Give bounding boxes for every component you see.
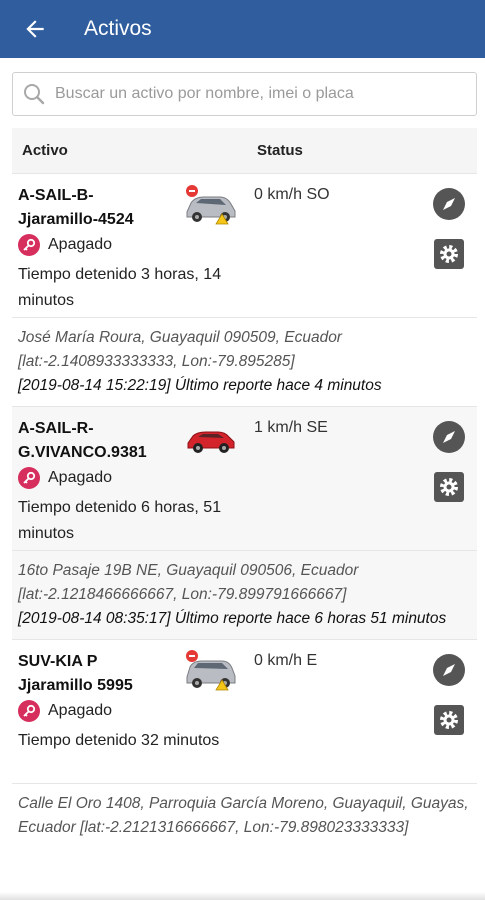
state-label: Apagado [48, 236, 113, 253]
table-header: Activo Status [12, 128, 477, 174]
asset-row[interactable]: A-SAIL-B- Jjaramillo-4524 0 km/h SO Apaga… [12, 174, 477, 318]
settings-button[interactable] [433, 471, 465, 503]
bottom-shadow [0, 892, 485, 900]
compass-button[interactable] [433, 654, 465, 686]
asset-name: A-SAIL-R- G.VIVANCO.9381 [18, 420, 147, 461]
back-button[interactable] [0, 0, 70, 58]
key-icon [18, 467, 40, 489]
asset-name: SUV-KIA P Jjaramillo 5995 [18, 653, 133, 694]
key-icon [18, 700, 40, 722]
asset-name: A-SAIL-B- Jjaramillo-4524 [18, 187, 134, 228]
gear-icon [434, 705, 464, 735]
address-row: Calle El Oro 1408, Parroquia García More… [12, 784, 477, 848]
stopped-time: Tiempo detenido 3 horas, 14 minutos [18, 266, 222, 309]
car-red-icon [187, 431, 235, 453]
key-icon [18, 234, 40, 256]
search-input[interactable] [55, 85, 455, 103]
address-row: 16to Pasaje 19B NE, Guayaquil 090506, Ec… [12, 551, 477, 640]
search-icon [13, 73, 55, 115]
ignition-state: Apagado [18, 234, 112, 256]
address-text: 16to Pasaje 19B NE, Guayaquil 090506, Ec… [18, 562, 447, 627]
car-gray-icon [186, 185, 236, 225]
asset-row[interactable]: SUV-KIA P Jjaramillo 5995 0 km/h E Apagad… [12, 640, 477, 784]
app-bar: Activos [0, 0, 485, 58]
page-title: Activos [84, 17, 152, 40]
compass-icon [433, 654, 465, 686]
last-report: [2019-08-14 08:35:17] Último reporte hac… [18, 610, 447, 627]
settings-button[interactable] [433, 238, 465, 270]
stopped-time: Tiempo detenido 32 minutos [18, 732, 220, 749]
address-text: José María Roura, Guayaquil 090509, Ecua… [18, 329, 382, 394]
asset-row[interactable]: A-SAIL-R- G.VIVANCO.9381 1 km/h SE Apagad… [12, 407, 477, 551]
gear-icon [434, 472, 464, 502]
ignition-state: Apagado [18, 700, 112, 722]
gear-icon [434, 239, 464, 269]
assets-table: Activo Status A-SAIL-B- Jjaramillo-4524 0… [12, 128, 477, 848]
suv-gray-icon [186, 650, 236, 691]
column-header-status: Status [257, 142, 303, 159]
column-header-activo: Activo [22, 142, 68, 159]
last-report: [2019-08-14 15:22:19] Último reporte hac… [18, 377, 382, 394]
settings-button[interactable] [433, 704, 465, 736]
address-text: Calle El Oro 1408, Parroquia García More… [18, 795, 469, 836]
speed-status: 0 km/h E [254, 652, 318, 669]
arrow-left-icon [26, 20, 44, 38]
stopped-time: Tiempo detenido 6 horas, 51 minutos [18, 499, 222, 542]
ignition-state: Apagado [18, 467, 112, 489]
speed-status: 0 km/h SO [254, 186, 330, 203]
compass-icon [433, 421, 465, 453]
search-bar[interactable] [12, 72, 477, 116]
content-area: Activo Status A-SAIL-B-Jjaramillo-4524 0… [0, 58, 485, 900]
state-label: Apagado [48, 469, 113, 486]
compass-icon [433, 188, 465, 220]
address-row: José María Roura, Guayaquil 090509, Ecua… [12, 318, 477, 407]
state-label: Apagado [48, 702, 113, 719]
compass-button[interactable] [433, 188, 465, 220]
speed-status: 1 km/h SE [254, 419, 328, 436]
compass-button[interactable] [433, 421, 465, 453]
